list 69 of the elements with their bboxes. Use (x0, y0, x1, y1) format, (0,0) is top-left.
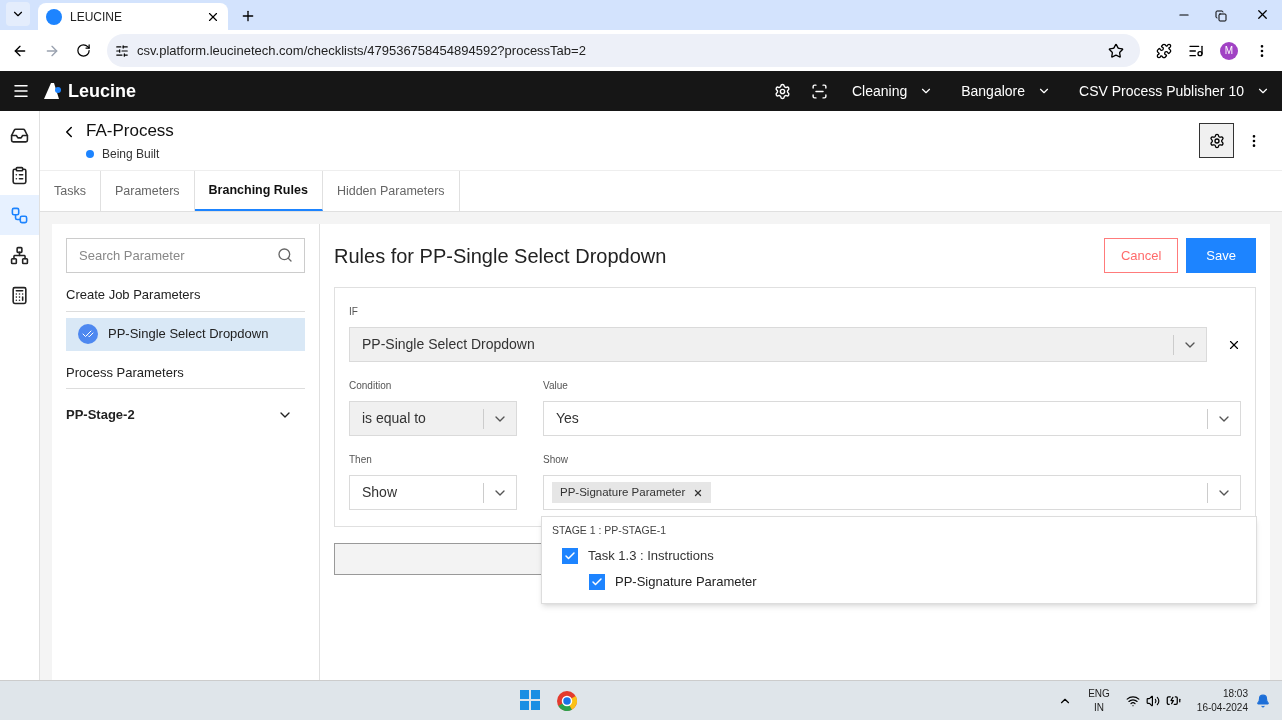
menu-icon[interactable] (12, 82, 30, 100)
extensions-icon[interactable] (1156, 42, 1172, 59)
location-dropdown[interactable]: Bangalore (961, 80, 1052, 102)
checkbox[interactable] (562, 547, 578, 564)
section-heading: Create Job Parameters (66, 285, 305, 312)
address-bar[interactable]: csv.platform.leucinetech.com/checklists/479536758454894592?processTab=2 (107, 34, 1140, 67)
save-button[interactable]: Save (1186, 238, 1256, 273)
new-tab-icon[interactable] (240, 8, 256, 24)
browser-tab[interactable]: LEUCINE (38, 3, 228, 30)
scan-icon[interactable] (810, 82, 828, 100)
volume-icon[interactable] (1145, 693, 1160, 708)
hierarchy-icon (10, 245, 29, 265)
wifi-icon[interactable] (1125, 693, 1140, 708)
tab[interactable]: Branching Rules (194, 171, 323, 211)
settings-button[interactable] (1199, 123, 1234, 158)
inbox-icon (10, 125, 29, 145)
brand-logo-icon (42, 81, 64, 101)
process-title: FA-Process (86, 119, 174, 142)
browser-icon[interactable] (556, 689, 579, 712)
clock[interactable]: 18:03 16-04-2024 (1196, 686, 1248, 715)
field-label: Value (543, 379, 569, 393)
condition-select[interactable]: is equal to (349, 401, 517, 436)
clipboard-icon (10, 165, 29, 185)
tab[interactable]: Parameters (100, 171, 195, 211)
stage-item[interactable]: PP-Stage-2 (66, 397, 305, 433)
settings-icon[interactable] (773, 82, 791, 100)
facility-dropdown[interactable]: Cleaning (851, 80, 934, 102)
dropdown-heading: STAGE 1 : PP-STAGE-1 (551, 523, 667, 538)
if-select[interactable]: PP-Single Select Dropdown (349, 327, 1207, 362)
notification-bell-icon[interactable] (1256, 693, 1270, 708)
profile-avatar[interactable]: M (1220, 41, 1238, 60)
battery-icon[interactable] (1165, 693, 1181, 708)
start-icon[interactable] (520, 689, 541, 710)
multi-select-field[interactable]: PP-Signature Parameter (543, 475, 1241, 510)
brand-name: Leucine (68, 79, 137, 103)
checkbox[interactable] (589, 573, 605, 590)
tab[interactable]: Hidden Parameters (322, 171, 460, 211)
parameter-item[interactable]: PP-Single Select Dropdown (66, 317, 305, 351)
field-label: Then (349, 453, 373, 467)
selected-tag: PP-Signature Parameter (552, 481, 712, 504)
calculator-icon (10, 285, 29, 305)
tab[interactable]: Tasks (40, 171, 101, 211)
site-settings-icon[interactable] (115, 43, 129, 58)
rules-title: Rules for PP-Single Select Dropdown (334, 243, 668, 269)
check-icon (564, 549, 576, 562)
field-label: Show (543, 453, 569, 467)
settings-icon (1208, 132, 1225, 149)
dropdown-option[interactable]: Task 1.3 : Instructions (542, 542, 1256, 569)
tab-list-button[interactable] (6, 2, 30, 26)
search-icon (277, 247, 293, 263)
user-dropdown[interactable]: CSV Process Publisher 10 (1079, 80, 1270, 102)
then-select[interactable]: Show (349, 475, 517, 510)
value-select[interactable]: Yes (543, 401, 1241, 436)
double-check-icon (78, 324, 98, 344)
restore-icon[interactable] (1215, 10, 1227, 22)
reload-icon[interactable] (76, 43, 91, 58)
status-label: Being Built (102, 146, 160, 164)
field-label: Condition (349, 379, 393, 393)
language-indicator[interactable]: ENG IN (1088, 686, 1110, 715)
dropdown-option[interactable]: PP-Signature Parameter (542, 568, 1256, 595)
check-icon (591, 575, 603, 588)
section-heading: Process Parameters (66, 362, 305, 389)
bookmark-star-icon[interactable] (1108, 42, 1124, 59)
remove-tag-icon[interactable] (693, 487, 704, 498)
flow-icon (10, 205, 29, 225)
site-icon (46, 8, 62, 25)
field-label: IF (349, 305, 359, 319)
close-icon[interactable] (1255, 7, 1270, 22)
search-field[interactable]: Search Parameter (66, 238, 305, 273)
